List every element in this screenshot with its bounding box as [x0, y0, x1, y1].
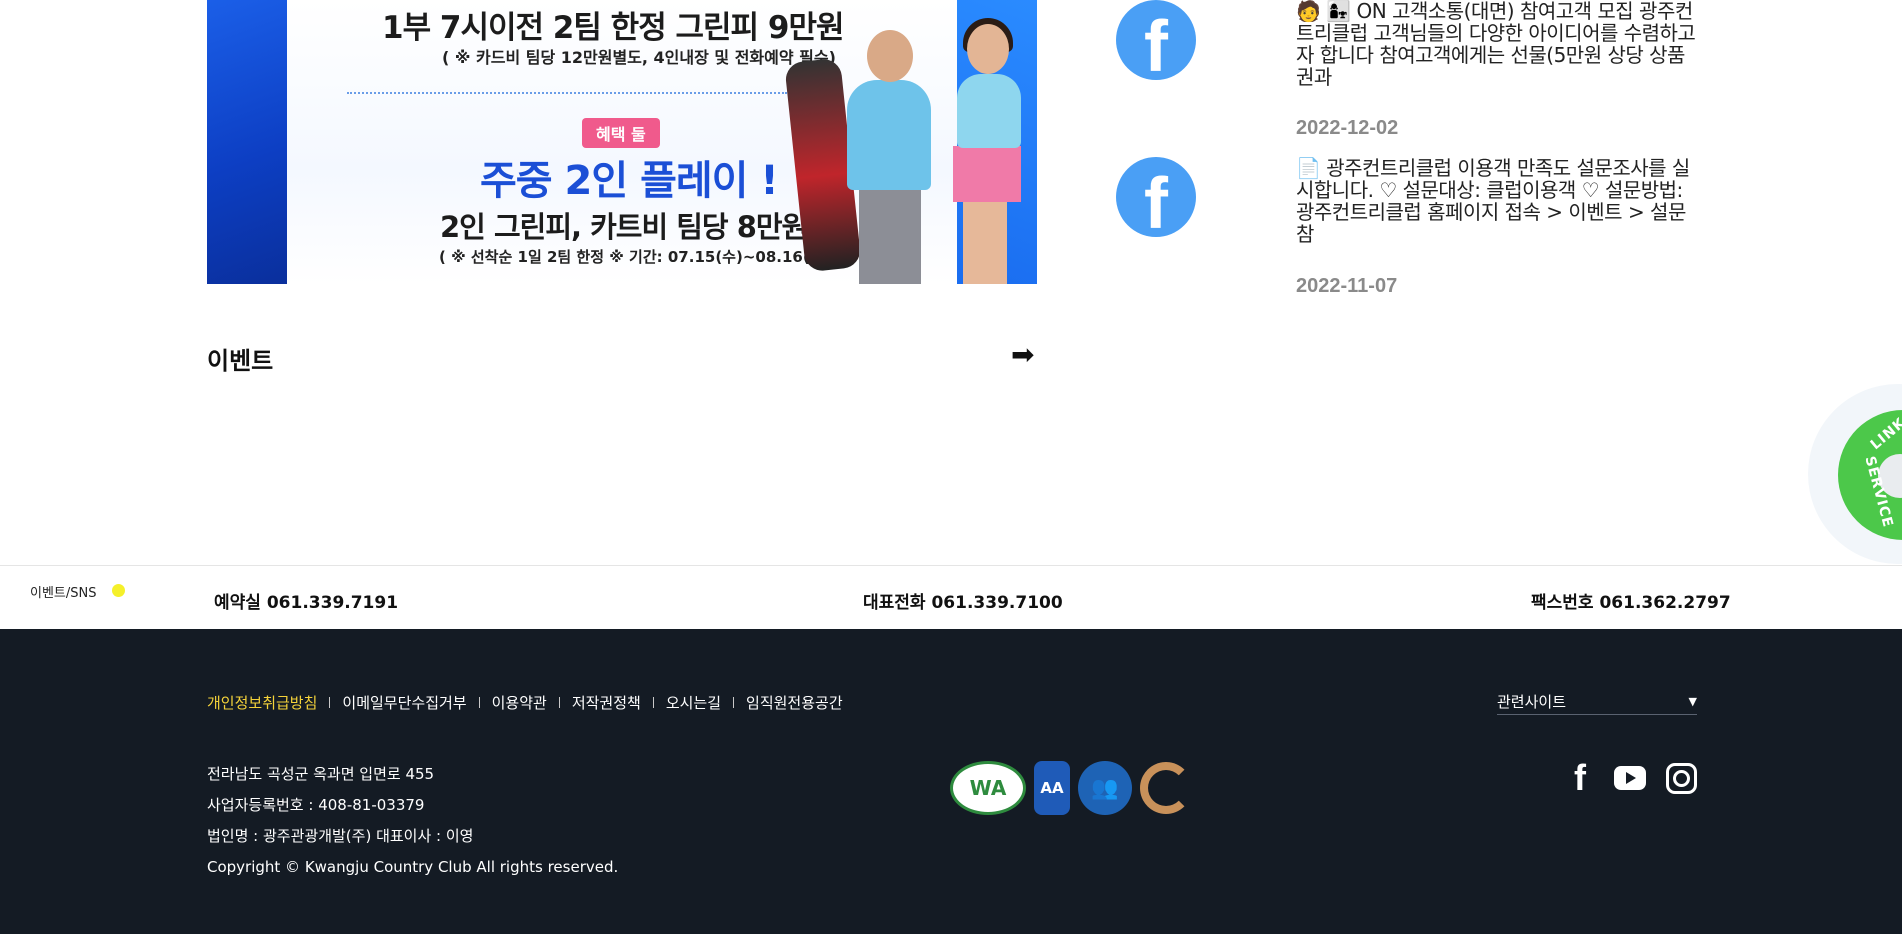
sns-indicator-dot[interactable]: [112, 584, 125, 597]
youtube-icon[interactable]: [1614, 766, 1646, 790]
footer-link-email-refusal[interactable]: 이메일무단수집거부: [342, 692, 466, 713]
banner-water-left: [207, 0, 287, 284]
footer-business-number: 사업자등록번호 : 408-81-03379: [207, 796, 425, 814]
banner-badge: 혜택 둘: [582, 118, 660, 148]
main-phone: 대표전화 061.339.7100: [863, 593, 1063, 613]
related-sites-label: 관련사이트: [1497, 693, 1567, 711]
wa-certification-icon: WA: [950, 761, 1026, 815]
footer-copyright: Copyright © Kwangju Country Club All rig…: [207, 858, 619, 876]
promo-banner[interactable]: 1부 7시이전 2팀 한정 그린피 9만원 ( ※ 카드비 팀당 12만원별도,…: [207, 0, 1037, 284]
contact-bar: 이벤트/SNS 예약실 061.339.7191 대표전화 061.339.71…: [0, 565, 1902, 629]
footer-corporation: 법인명 : 광주관광개발(주) 대표이사 : 이영: [207, 827, 474, 845]
fax-number: 팩스번호 061.362.2797: [1531, 593, 1731, 613]
facebook-icon[interactable]: f: [1566, 757, 1594, 799]
c-certification-icon: [1140, 762, 1192, 814]
footer-link-divider: [329, 697, 331, 708]
footer-link-privacy-policy[interactable]: 개인정보취급방침: [207, 692, 317, 713]
golfer-woman-legs: [963, 200, 1007, 284]
footer-link-staff-only[interactable]: 임직원전용공간: [746, 692, 843, 713]
footer-link-divider: [652, 697, 654, 708]
golfer-woman-skirt: [953, 146, 1021, 202]
golfer-woman-body: [957, 74, 1021, 148]
golfer-man-body: [847, 80, 931, 190]
sns-indicator-label[interactable]: 이벤트/SNS: [30, 582, 97, 601]
footer-links: 개인정보취급방침 이메일무단수집거부 이용약관 저작권정책 오시는길 임직원전용…: [207, 692, 843, 713]
chevron-down-icon: ▼: [1688, 695, 1697, 708]
golfer-man-head: [867, 30, 913, 82]
aa-certification-icon: AA: [1034, 761, 1070, 815]
event-section-title: 이벤트: [207, 347, 274, 375]
footer-link-terms[interactable]: 이용약관: [492, 692, 547, 713]
certification-marks: WA AA 👥: [950, 761, 1192, 815]
footer-link-directions[interactable]: 오시는길: [666, 692, 721, 713]
golfer-woman-head: [967, 24, 1009, 74]
sns-post-date: 2022-11-07: [1296, 275, 1398, 297]
social-links: f: [1566, 757, 1697, 799]
facebook-icon[interactable]: f: [1116, 0, 1196, 83]
facebook-icon[interactable]: f: [1116, 157, 1196, 240]
footer-company-info: 전라남도 곡성군 옥과면 입면로 455 사업자등록번호 : 408-81-03…: [207, 759, 618, 883]
footer-link-copyright-policy[interactable]: 저작권정책: [572, 692, 641, 713]
banner-headline-2: 주중 2인 플레이 !: [480, 158, 779, 204]
sns-post-text[interactable]: 🧑 👩‍👧 ON 고객소통(대면) 참여고객 모집 광주컨트리클럽 고객님들의 …: [1296, 0, 1696, 88]
site-footer: 개인정보취급방침 이메일무단수집거부 이용약관 저작권정책 오시는길 임직원전용…: [0, 629, 1902, 934]
footer-link-divider: [478, 697, 480, 708]
instagram-icon[interactable]: [1666, 762, 1697, 794]
footer-link-divider: [733, 697, 735, 708]
event-more-arrow-icon[interactable]: ➡: [1011, 338, 1034, 371]
footer-link-divider: [558, 697, 560, 708]
privacy-certification-icon: 👥: [1078, 761, 1132, 815]
related-sites-select[interactable]: 관련사이트 ▼: [1497, 691, 1697, 715]
banner-note-2: ( ※ 선착순 1일 2팀 한정 ※ 기간: 07.15(수)~08.16(금)…: [439, 248, 843, 266]
footer-address: 전라남도 곡성군 옥과면 입면로 455: [207, 765, 435, 783]
banner-divider: [347, 92, 787, 94]
sns-post-text[interactable]: 📄 광주컨트리클럽 이용객 만족도 설문조사를 실시합니다. ♡ 설문대상: 클…: [1296, 157, 1696, 245]
golfer-man-legs: [859, 186, 921, 284]
reservation-phone: 예약실 061.339.7191: [214, 593, 399, 613]
banner-headline-1: 1부 7시이전 2팀 한정 그린피 9만원: [382, 10, 844, 46]
banner-headline-3: 2인 그린피, 카트비 팀당 8만원: [440, 210, 808, 244]
banner-note-1: ( ※ 카드비 팀당 12만원별도, 4인내장 및 전화예약 필수): [442, 48, 836, 67]
sns-post-date: 2022-12-02: [1296, 117, 1399, 139]
